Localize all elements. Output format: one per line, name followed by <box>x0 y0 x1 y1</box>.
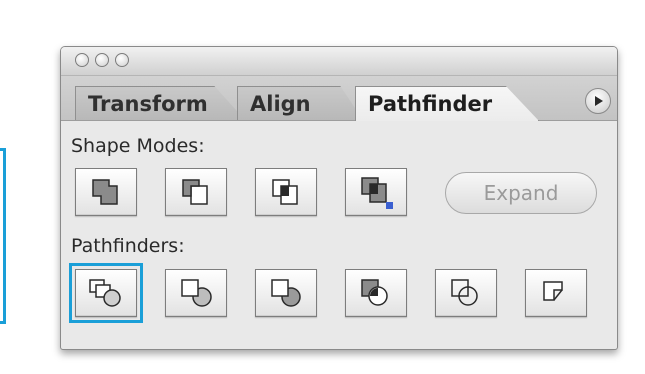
subtract-from-shape-area-icon <box>182 179 208 205</box>
outline-button[interactable] <box>435 269 497 317</box>
tab-label: Transform <box>88 91 208 116</box>
minus-back-icon <box>543 281 563 301</box>
merge-icon <box>271 279 301 307</box>
pathfinder-palette: Transform Align Pathfinder Shape Modes: <box>60 46 618 350</box>
crop-button[interactable] <box>345 269 407 317</box>
outline-icon <box>451 279 478 306</box>
add-to-shape-area-icon <box>92 179 118 205</box>
tab-align[interactable]: Align <box>237 86 363 120</box>
exclude-overlapping-shape-areas-button[interactable] <box>345 168 407 216</box>
tab-pathfinder[interactable]: Pathfinder <box>355 86 539 121</box>
title-bar[interactable] <box>61 47 617 76</box>
intersect-shape-areas-button[interactable] <box>255 168 317 216</box>
divide-button[interactable] <box>69 263 143 323</box>
selection-bracket <box>0 148 6 324</box>
crop-icon <box>361 279 388 306</box>
close-window-button[interactable] <box>75 53 89 67</box>
divide-icon <box>89 279 121 307</box>
add-to-shape-area-button[interactable] <box>75 168 137 216</box>
pathfinders-label: Pathfinders: <box>71 235 185 257</box>
triangle-right-icon <box>595 96 603 106</box>
tab-label: Align <box>250 91 311 116</box>
shape-modes-label: Shape Modes: <box>71 135 205 157</box>
subtract-from-shape-area-button[interactable] <box>165 168 227 216</box>
tab-label: Pathfinder <box>368 92 493 116</box>
zoom-window-button[interactable] <box>115 53 129 67</box>
intersect-shape-areas-icon <box>272 179 298 205</box>
minimize-window-button[interactable] <box>95 53 109 67</box>
tab-transform[interactable]: Transform <box>75 86 245 120</box>
tab-strip: Transform Align Pathfinder <box>61 76 617 121</box>
trim-icon <box>181 279 212 307</box>
palette-menu-button[interactable] <box>585 88 611 114</box>
minus-back-button[interactable] <box>525 269 587 317</box>
expand-button[interactable]: Expand <box>445 172 597 214</box>
exclude-overlapping-shape-areas-icon <box>361 177 393 209</box>
merge-button[interactable] <box>255 269 317 317</box>
expand-button-label: Expand <box>483 181 559 205</box>
trim-button[interactable] <box>165 269 227 317</box>
